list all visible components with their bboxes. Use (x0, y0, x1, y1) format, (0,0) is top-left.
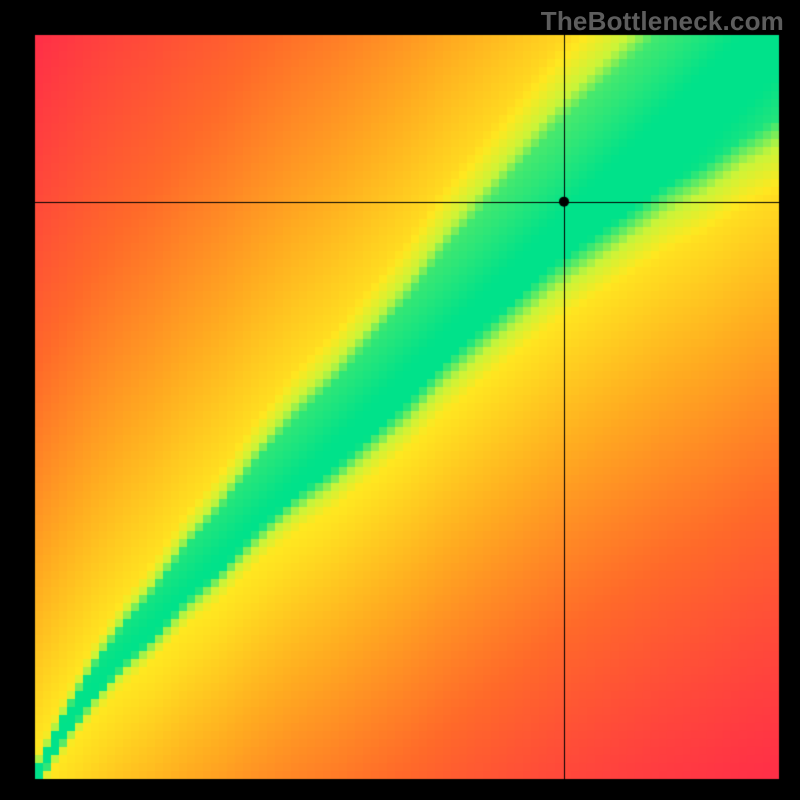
bottleneck-heatmap (0, 0, 800, 800)
chart-container: TheBottleneck.com (0, 0, 800, 800)
watermark-text: TheBottleneck.com (541, 6, 784, 37)
